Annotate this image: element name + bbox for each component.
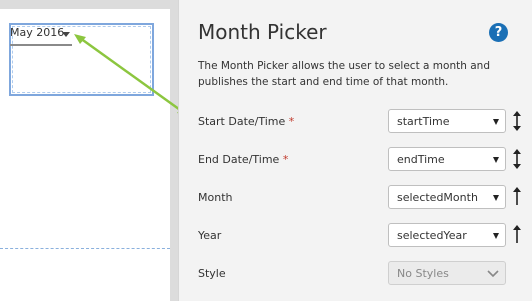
properties-panel: Month Picker ? The Month Picker allows t… (178, 0, 532, 301)
required-marker: * (288, 115, 295, 128)
row-label-text: Style (198, 267, 226, 280)
panel-title: Month Picker (198, 20, 327, 44)
bidirectional-arrow-icon[interactable] (512, 111, 522, 131)
canvas-guide-line (0, 248, 170, 249)
start-datetime-select[interactable]: startTime (388, 109, 506, 133)
year-label: Year (198, 229, 221, 242)
style-label: Style (198, 267, 226, 280)
dropdown-arrow-icon[interactable] (493, 195, 499, 201)
select-value: endTime (397, 153, 445, 166)
design-canvas: May 2016 (0, 0, 178, 301)
dropdown-arrow-icon[interactable] (493, 119, 499, 125)
select-value: selectedYear (397, 229, 467, 242)
row-label-text: Month (198, 191, 233, 204)
select-value: startTime (397, 115, 450, 128)
help-icon[interactable]: ? (489, 23, 508, 42)
month-picker-underline (10, 44, 72, 46)
up-arrow-icon[interactable] (512, 187, 522, 207)
caret-down-icon[interactable] (62, 32, 70, 37)
end-datetime-select[interactable]: endTime (388, 147, 506, 171)
required-marker: * (282, 153, 289, 166)
style-select[interactable]: No Styles (388, 261, 506, 285)
select-value: No Styles (397, 267, 449, 280)
month-select[interactable]: selectedMonth (388, 185, 506, 209)
dropdown-arrow-icon[interactable] (493, 233, 499, 239)
row-label-text: Start Date/Time (198, 115, 286, 128)
row-label-text: End Date/Time (198, 153, 280, 166)
dropdown-arrow-icon[interactable] (493, 157, 499, 163)
up-arrow-icon[interactable] (512, 225, 522, 245)
start-datetime-label: Start Date/Time * (198, 115, 294, 128)
bidirectional-arrow-icon[interactable] (512, 149, 522, 169)
panel-description: The Month Picker allows the user to sele… (198, 60, 490, 88)
month-label: Month (198, 191, 232, 204)
chevron-down-icon[interactable] (487, 266, 499, 280)
select-value: selectedMonth (397, 191, 478, 204)
row-label-text: Year (198, 229, 222, 242)
end-datetime-label: End Date/Time * (198, 153, 288, 166)
month-picker-value[interactable]: May 2016 (10, 26, 64, 40)
year-select[interactable]: selectedYear (388, 223, 506, 247)
